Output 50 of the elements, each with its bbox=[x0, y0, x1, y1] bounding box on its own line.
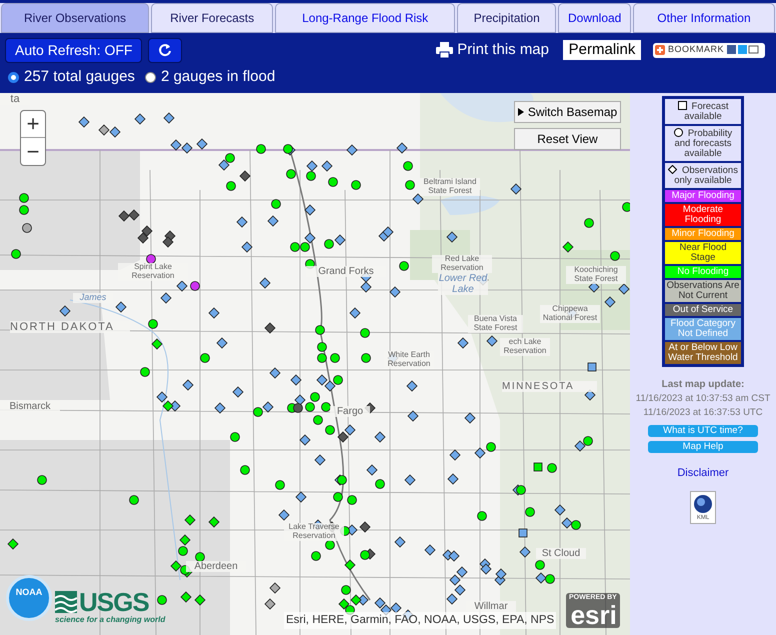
legend-category: Near Flood Stage bbox=[665, 242, 741, 264]
legend-category: Moderate Flooding bbox=[665, 204, 741, 226]
auto-refresh-button[interactable]: Auto Refresh: OFF bbox=[5, 38, 142, 62]
place-label: Fargo bbox=[330, 406, 370, 417]
place-label: Lower Red Lake bbox=[438, 273, 488, 295]
place-label: Chippewa National Forest bbox=[540, 305, 600, 323]
update-title: Last map update: bbox=[662, 378, 744, 392]
place-label: Beltrami Island State Forest bbox=[420, 178, 480, 196]
usgs-tagline: science for a changing world bbox=[55, 614, 166, 626]
tab[interactable]: Download bbox=[558, 3, 631, 33]
legend-category: No Flooding bbox=[665, 266, 741, 278]
legend-category: Out of Service bbox=[665, 304, 741, 316]
esri-logo: esri bbox=[570, 604, 617, 626]
legend-category: Major Flooding bbox=[665, 190, 741, 202]
bookmark-button[interactable]: BOOKMARK bbox=[653, 42, 765, 58]
legend-category: Flood Category Not Defined bbox=[665, 318, 741, 340]
place-label: Red Lake Reservation bbox=[432, 255, 492, 273]
radio-label: 257 total gauges bbox=[24, 66, 135, 87]
tab[interactable]: Precipitation bbox=[457, 3, 556, 33]
place-label: Lake Traverse Reservation bbox=[284, 523, 344, 541]
tab[interactable]: River Observations bbox=[1, 3, 150, 33]
legend-item: Observations only available bbox=[665, 163, 741, 188]
tab[interactable]: River Forecasts bbox=[151, 3, 274, 33]
place-label: Koochiching State Forest bbox=[566, 266, 626, 284]
legend-item: Probability and forecasts available bbox=[665, 126, 741, 161]
tab[interactable]: Long-Range Flood Risk bbox=[275, 3, 456, 33]
update-utc-time: 11/16/2023 at 16:37:53 UTC bbox=[643, 406, 763, 420]
zoom-in-button[interactable]: + bbox=[21, 111, 45, 138]
legend-category: At or Below Low Water Threshold bbox=[665, 342, 741, 364]
legend-category: Observations Are Not Current bbox=[665, 280, 741, 302]
switch-basemap-button[interactable]: Switch Basemap bbox=[514, 101, 621, 123]
print-link[interactable]: Print this map bbox=[457, 38, 549, 62]
place-label: ech Lake Reservation bbox=[500, 338, 550, 356]
place-label: Buena Vista State Forest bbox=[468, 315, 523, 333]
place-label: MINNESOTA bbox=[502, 381, 597, 392]
legend-category: Minor Flooding bbox=[665, 228, 741, 240]
map-attribution: Esri, HERE, Garmin, FAO, NOAA, USGS, EPA, NPS bbox=[284, 612, 556, 630]
disclaimer-link[interactable]: Disclaimer bbox=[677, 464, 729, 481]
place-label: NORTH DAKOTA bbox=[10, 321, 130, 334]
update-local-time: 11/16/2023 at 10:37:53 am CST bbox=[636, 392, 770, 406]
bookmark-label: BOOKMARK bbox=[668, 43, 724, 56]
permalink-button[interactable]: Permalink bbox=[563, 40, 641, 60]
radio-label: 2 gauges in flood bbox=[160, 66, 276, 87]
zoom-out-button[interactable]: − bbox=[21, 138, 45, 165]
reset-view-button[interactable]: Reset View bbox=[514, 128, 621, 150]
place-label: Bismarck bbox=[0, 401, 60, 412]
usgs-logo-text: USGS bbox=[79, 590, 149, 614]
legend-item: Forecast available bbox=[665, 99, 741, 124]
tab[interactable]: Other Information bbox=[632, 3, 775, 33]
place-label: St Cloud bbox=[536, 548, 586, 559]
